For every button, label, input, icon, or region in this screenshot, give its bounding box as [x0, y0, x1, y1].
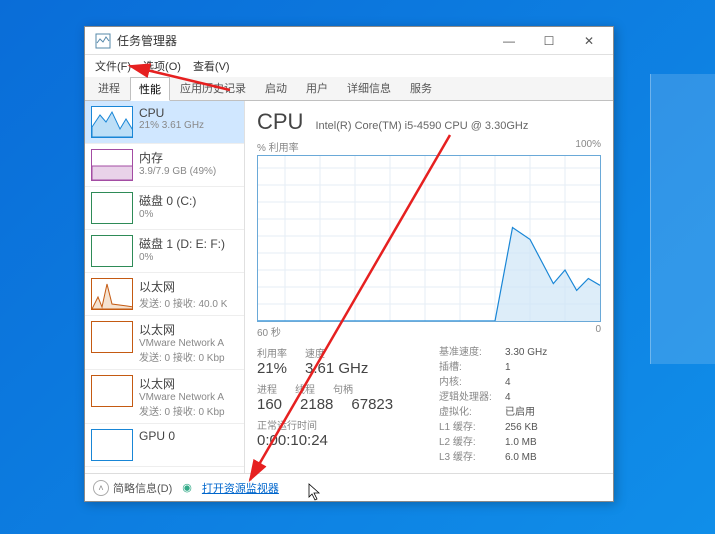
main-panel: CPU Intel(R) Core(TM) i5-4590 CPU @ 3.30… — [245, 101, 613, 473]
cpu-properties: 基准速度:3.30 GHz插槽:1内核:4逻辑处理器:4虚拟化:已启用L1 缓存… — [439, 345, 601, 465]
cursor-icon — [308, 483, 322, 501]
resource-monitor-icon: ◉ — [182, 481, 192, 494]
maximize-button[interactable]: ☐ — [529, 27, 569, 55]
app-icon — [95, 33, 111, 49]
sidebar-sub-2: 0% — [139, 209, 196, 220]
uptime-label: 正常运行时间 — [257, 417, 419, 432]
cpu-prop-0: 基准速度:3.30 GHz — [439, 345, 601, 360]
tabbar: 进程性能应用历史记录启动用户详细信息服务 — [85, 77, 613, 101]
window-title: 任务管理器 — [117, 32, 177, 49]
minimize-button[interactable]: — — [489, 27, 529, 55]
footer: ˄ 简略信息(D) ◉ 打开资源监视器 — [85, 473, 613, 501]
sidebar-item-6[interactable]: 以太网VMware Network A发送: 0 接收: 0 Kbp — [85, 370, 244, 424]
menu-options[interactable]: 选项(O) — [139, 56, 185, 76]
sidebar-item-3[interactable]: 磁盘 1 (D: E: F:)0% — [85, 230, 244, 273]
speed-value: 3.61 GHz — [305, 360, 368, 377]
tab-0[interactable]: 进程 — [89, 76, 129, 100]
chart-label-bot-right: 0 — [595, 324, 601, 339]
sidebar-thumb-0 — [91, 106, 133, 138]
cpu-model: Intel(R) Core(TM) i5-4590 CPU @ 3.30GHz — [315, 120, 528, 132]
close-button[interactable]: ✕ — [569, 27, 609, 55]
threads-label: 线程 — [295, 381, 315, 396]
speed-label: 速度 — [305, 345, 325, 360]
desktop-side-panel — [650, 74, 715, 364]
chart-label-bot-left: 60 秒 — [257, 324, 281, 339]
titlebar[interactable]: 任务管理器 — ☐ ✕ — [85, 27, 613, 55]
sidebar-title-2: 磁盘 0 (C:) — [139, 192, 196, 209]
uptime-value: 0:00:10:24 — [257, 432, 419, 449]
open-resource-monitor-link[interactable]: 打开资源监视器 — [202, 480, 279, 496]
sidebar-sub2-6: 发送: 0 接收: 0 Kbp — [139, 403, 225, 418]
sidebar-sub-0: 21% 3.61 GHz — [139, 120, 204, 131]
sidebar-item-4[interactable]: 以太网发送: 0 接收: 40.0 K — [85, 273, 244, 316]
sidebar-item-2[interactable]: 磁盘 0 (C:)0% — [85, 187, 244, 230]
cpu-prop-3: 逻辑处理器:4 — [439, 390, 601, 405]
chart-label-top-right: 100% — [575, 139, 601, 154]
handles-value: 67823 — [351, 396, 393, 413]
window-controls: — ☐ ✕ — [489, 27, 609, 55]
sidebar-title-6: 以太网 — [139, 375, 225, 392]
util-label: 利用率 — [257, 345, 287, 360]
sidebar-sub2-5: 发送: 0 接收: 0 Kbp — [139, 349, 225, 364]
tab-2[interactable]: 应用历史记录 — [171, 76, 255, 100]
proc-value: 160 — [257, 396, 282, 413]
menu-view[interactable]: 查看(V) — [189, 56, 234, 76]
proc-label: 进程 — [257, 381, 277, 396]
sidebar-title-1: 内存 — [139, 149, 216, 166]
sidebar: CPU21% 3.61 GHz内存3.9/7.9 GB (49%)磁盘 0 (C… — [85, 101, 245, 473]
body: CPU21% 3.61 GHz内存3.9/7.9 GB (49%)磁盘 0 (C… — [85, 101, 613, 473]
threads-value: 2188 — [300, 396, 333, 413]
util-value: 21% — [257, 360, 287, 377]
sidebar-thumb-4 — [91, 278, 133, 310]
cpu-prop-4: 虚拟化:已启用 — [439, 405, 601, 420]
sidebar-title-4: 以太网 — [139, 278, 227, 295]
cpu-prop-2: 内核:4 — [439, 375, 601, 390]
sidebar-thumb-6 — [91, 375, 133, 407]
tab-5[interactable]: 详细信息 — [338, 76, 400, 100]
chart-label-top-left: % 利用率 — [257, 139, 299, 154]
cpu-chart[interactable] — [257, 155, 601, 322]
cpu-prop-1: 插槽:1 — [439, 360, 601, 375]
sidebar-title-0: CPU — [139, 106, 204, 120]
sidebar-title-7: GPU 0 — [139, 429, 175, 443]
tab-4[interactable]: 用户 — [297, 76, 337, 100]
sidebar-item-1[interactable]: 内存3.9/7.9 GB (49%) — [85, 144, 244, 187]
menu-file[interactable]: 文件(F) — [91, 56, 135, 76]
sidebar-sub-6: VMware Network A — [139, 392, 225, 403]
sidebar-thumb-3 — [91, 235, 133, 267]
sidebar-sub-3: 0% — [139, 252, 225, 263]
cpu-prop-6: L2 缓存:1.0 MB — [439, 435, 601, 450]
tab-6[interactable]: 服务 — [401, 76, 441, 100]
chevron-up-icon: ˄ — [93, 480, 109, 496]
sidebar-title-5: 以太网 — [139, 321, 225, 338]
cpu-prop-5: L1 缓存:256 KB — [439, 420, 601, 435]
sidebar-item-5[interactable]: 以太网VMware Network A发送: 0 接收: 0 Kbp — [85, 316, 244, 370]
sidebar-sub-4: 发送: 0 接收: 40.0 K — [139, 295, 227, 310]
sidebar-thumb-7 — [91, 429, 133, 461]
tab-1[interactable]: 性能 — [130, 77, 170, 101]
stats-panel: 利用率 速度 21% 3.61 GHz 进程 线程 句柄 160 2188 — [257, 345, 601, 465]
sidebar-sub-5: VMware Network A — [139, 338, 225, 349]
menubar: 文件(F) 选项(O) 查看(V) — [85, 55, 613, 77]
sidebar-item-0[interactable]: CPU21% 3.61 GHz — [85, 101, 244, 144]
sidebar-thumb-2 — [91, 192, 133, 224]
sidebar-item-7[interactable]: GPU 0 — [85, 424, 244, 467]
sidebar-thumb-1 — [91, 149, 133, 181]
cpu-prop-7: L3 缓存:6.0 MB — [439, 450, 601, 465]
sidebar-thumb-5 — [91, 321, 133, 353]
collapse-button[interactable]: ˄ 简略信息(D) — [93, 480, 172, 496]
cpu-title: CPU — [257, 109, 303, 135]
tab-3[interactable]: 启动 — [256, 76, 296, 100]
sidebar-title-3: 磁盘 1 (D: E: F:) — [139, 235, 225, 252]
handles-label: 句柄 — [333, 381, 353, 396]
sidebar-sub-1: 3.9/7.9 GB (49%) — [139, 166, 216, 177]
task-manager-window: 任务管理器 — ☐ ✕ 文件(F) 选项(O) 查看(V) 进程性能应用历史记录… — [84, 26, 614, 502]
